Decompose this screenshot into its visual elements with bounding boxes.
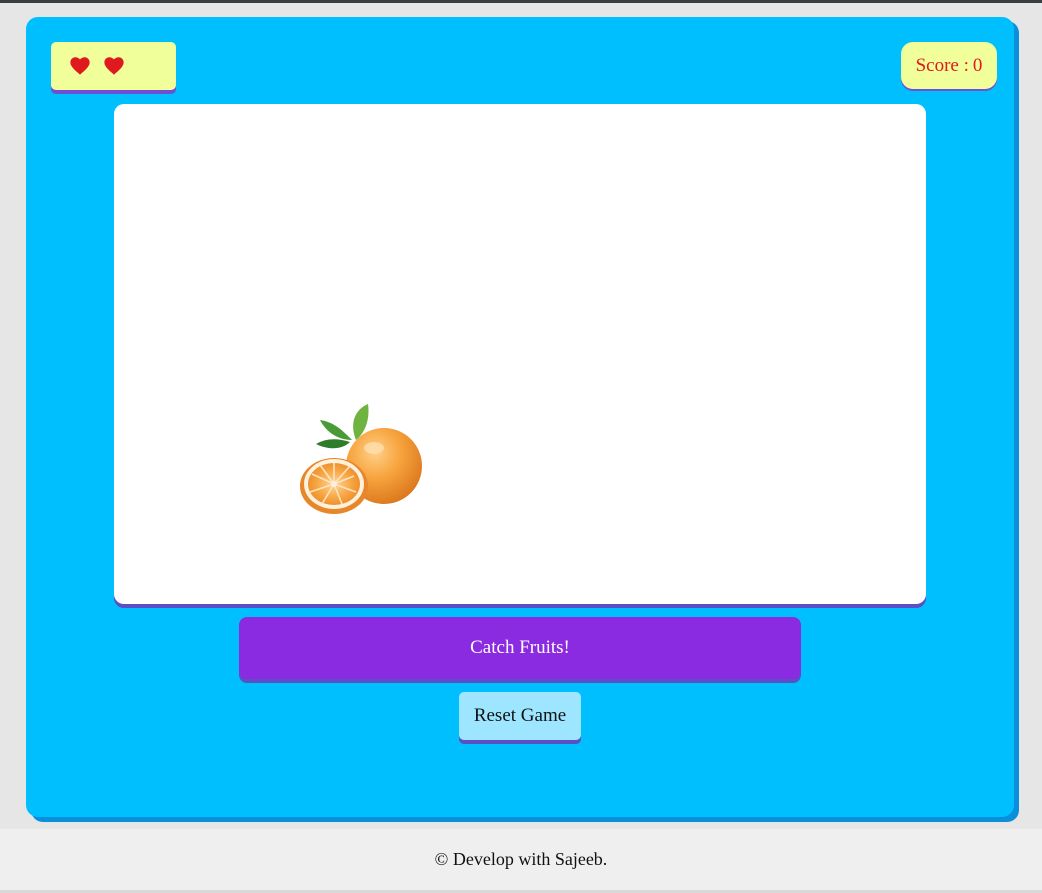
heart-icon: [104, 57, 124, 75]
score-display: Score : 0: [901, 42, 997, 89]
catch-fruits-button[interactable]: Catch Fruits!: [239, 617, 801, 679]
footer: © Develop with Sajeeb.: [0, 829, 1042, 890]
score-value: 0: [972, 54, 983, 76]
footer-credit: © Develop with Sajeeb.: [434, 849, 608, 869]
game-panel: Score : 0 Catch Fruits! Reset Game: [26, 17, 1014, 817]
reset-game-button[interactable]: Reset Game: [459, 692, 581, 740]
score-label: Score :: [915, 54, 969, 76]
orange-icon[interactable]: [298, 400, 428, 515]
reset-game-label: Reset Game: [473, 705, 567, 726]
play-area[interactable]: [114, 104, 926, 604]
catch-fruits-label: Catch Fruits!: [470, 637, 570, 658]
window-top-border: [0, 0, 1042, 3]
heart-icon: [70, 57, 90, 75]
lives-display: [51, 42, 176, 90]
